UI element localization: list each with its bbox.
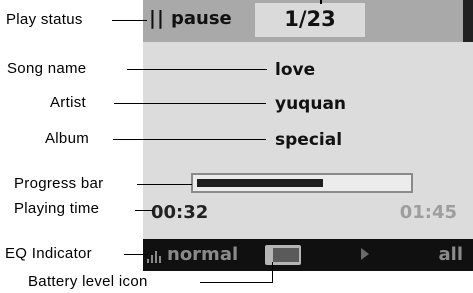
callout-artist: Artist — [50, 94, 86, 111]
callout-album: Album — [45, 130, 90, 147]
album-line — [113, 139, 266, 140]
callout-playing-time: Playing time — [14, 200, 100, 217]
song-name-line — [127, 69, 267, 70]
track-position-box: 1/23 — [255, 3, 365, 37]
battery-line-horizontal — [200, 282, 273, 283]
play-state-label: pause — [171, 8, 232, 29]
pause-icon: || — [149, 7, 165, 29]
progress-bar-fill — [197, 179, 323, 187]
artist-name: yuquan — [275, 94, 347, 114]
callout-battery-level-icon: Battery level icon — [28, 273, 148, 290]
bottom-bar: normal all — [143, 239, 473, 271]
playing-time-line — [135, 210, 153, 211]
player-screen: || pause 1/23 love yuquan special 00:32 … — [143, 0, 473, 271]
callout-progress-bar: Progress bar — [14, 175, 104, 192]
player-diagram: || pause 1/23 love yuquan special 00:32 … — [0, 0, 473, 293]
eq-mode: normal — [167, 244, 239, 265]
status-bar: || pause 1/23 — [143, 0, 473, 42]
progress-bar — [191, 173, 413, 193]
track-position: 1/23 — [284, 7, 336, 31]
repeat-mode: all — [438, 244, 464, 265]
eq-indicator-line — [124, 254, 148, 255]
battery-level-fill — [273, 248, 299, 262]
track-number-pointer-line — [320, 0, 322, 4]
current-time: 00:32 — [151, 202, 209, 223]
callout-play-status: Play status — [6, 11, 83, 28]
play-icon — [361, 248, 369, 260]
battery-line-vertical — [272, 262, 273, 282]
total-time: 01:45 — [399, 202, 457, 223]
battery-icon — [265, 245, 301, 265]
play-status-line — [112, 20, 147, 21]
song-name: love — [275, 60, 316, 80]
album-name: special — [275, 130, 343, 150]
callout-eq-indicator: EQ Indicator — [5, 245, 92, 262]
progress-bar-line — [137, 184, 192, 185]
callout-song-name: Song name — [7, 60, 87, 77]
status-bar-edge — [463, 0, 473, 42]
artist-line — [114, 103, 266, 104]
eq-bars-icon — [147, 249, 165, 263]
